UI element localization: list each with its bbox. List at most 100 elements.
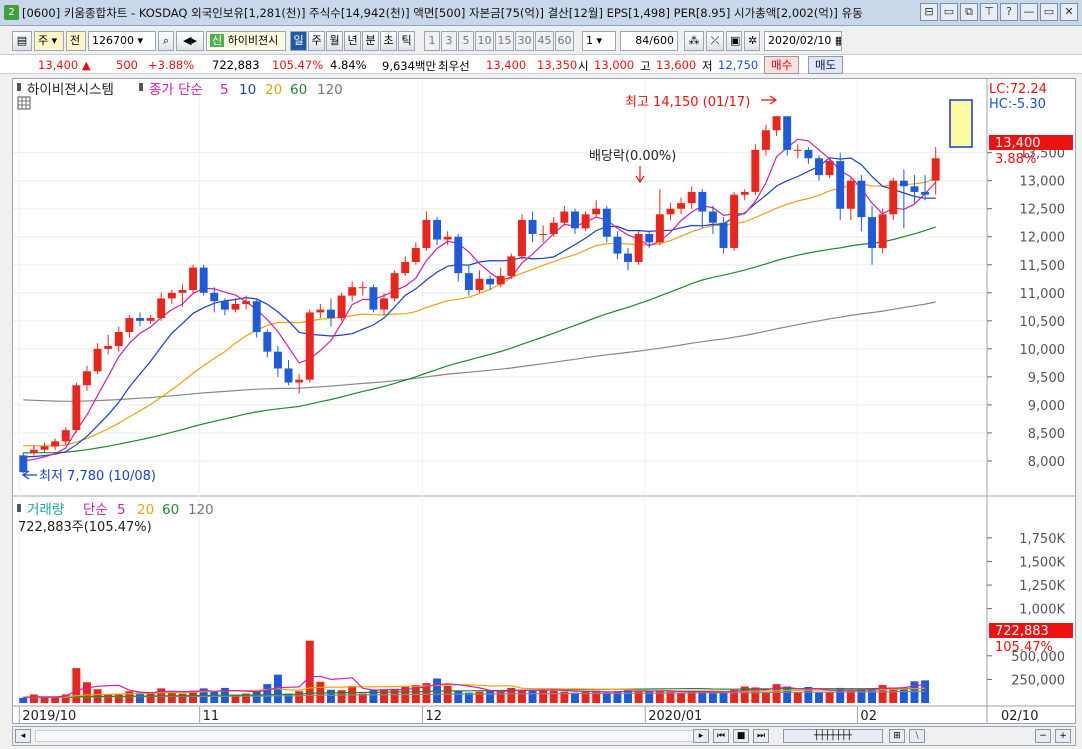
interval-button-60[interactable]: 60 <box>555 31 574 51</box>
x-axis-right-label: 02/10 <box>1001 709 1038 723</box>
volume-tick-label: 1,000K <box>1019 603 1065 618</box>
layout-icon[interactable]: ▤ <box>12 31 32 51</box>
candle-body <box>931 158 940 181</box>
candle-body <box>751 149 760 192</box>
interval-button-1[interactable]: 1 <box>424 31 440 51</box>
candle-body <box>305 312 314 380</box>
zoom-in-icon[interactable]: + <box>1055 729 1071 743</box>
candle-body <box>666 208 675 215</box>
draw-icon[interactable]: ⧹ <box>909 729 925 743</box>
tool-icon[interactable]: ⁂ <box>684 31 704 51</box>
vol-legend-5: 5 <box>117 502 126 518</box>
price-tick-label: 8,500 <box>1028 427 1065 442</box>
volume-bar <box>486 690 495 703</box>
chart-type-icon[interactable]: ⊞ <box>889 729 905 743</box>
candle-body <box>836 161 845 209</box>
candle-body <box>899 180 908 187</box>
period-tab-1[interactable]: 주 <box>308 31 325 51</box>
chart-frame[interactable]: 8,000 8,500 9,000 9,500 10,000 10,500 11,000 11… <box>12 78 1076 724</box>
vol-handle-icon[interactable] <box>17 504 21 512</box>
close-icon[interactable]: ✕ <box>1060 3 1078 21</box>
stock-name-field[interactable]: 신 하이비젼시 <box>206 31 286 51</box>
period-tab-5[interactable]: 초 <box>380 31 397 51</box>
volume-bar <box>899 687 908 703</box>
pin-top-icon[interactable]: ⊤ <box>980 3 998 21</box>
panel-handle-icon[interactable] <box>17 83 21 91</box>
interval-button-3[interactable]: 3 <box>441 31 457 51</box>
period-select[interactable]: 전 <box>66 31 86 51</box>
chart-toolbar: ▤ 주 ▾ 전 126700 ▾ ⌕ ◀▸ 신 하이비젼시 1 ▾ 84/600… <box>0 28 1082 54</box>
period-tab-6[interactable]: 틱 <box>398 31 415 51</box>
volume-bar <box>210 691 219 703</box>
legend-handle-icon[interactable] <box>139 83 143 91</box>
candle-body <box>581 214 590 229</box>
zoom-slider[interactable]: ┼┼┼┼┼┼┼ <box>783 729 883 743</box>
price-change-pct: +3.88% <box>148 58 195 72</box>
stock-code-input[interactable]: 126700 ▾ <box>88 31 156 51</box>
candle-body <box>560 211 569 223</box>
scroll-right-icon[interactable]: ▸ <box>693 729 709 743</box>
minimize-icon[interactable]: — <box>1020 3 1038 21</box>
first-page-icon[interactable]: ⏮ <box>713 729 729 743</box>
candle-body <box>273 351 282 369</box>
save-icon[interactable]: ▣ <box>726 31 742 51</box>
speaker-icon[interactable]: ◀▸ <box>176 31 204 51</box>
interval-button-5[interactable]: 5 <box>458 31 474 51</box>
interval-button-45[interactable]: 45 <box>535 31 554 51</box>
stop-icon[interactable]: ■ <box>733 729 749 743</box>
volume-bar <box>571 692 579 703</box>
price-tick-label: 11,000 <box>1020 287 1066 302</box>
period-tab-2[interactable]: 월 <box>326 31 343 51</box>
x-axis-label: 11 <box>203 709 220 723</box>
restore-icon[interactable]: ▭ <box>940 3 958 21</box>
candle-body <box>358 287 367 289</box>
scroll-thumb[interactable] <box>35 730 705 742</box>
help-icon[interactable]: ? <box>1000 3 1018 21</box>
volume-bar <box>517 689 526 703</box>
candle-body <box>93 348 102 372</box>
interval-button-30[interactable]: 30 <box>515 31 534 51</box>
gear-icon[interactable]: ✲ <box>744 31 760 51</box>
search-icon[interactable]: ⌕ <box>158 31 174 51</box>
volume-tick-label: 250,000 <box>1011 673 1065 688</box>
date-input[interactable]: 2020/02/10 ▦ <box>764 31 842 51</box>
chart-canvas[interactable]: 8,000 8,500 9,000 9,500 10,000 10,500 11,000 11… <box>13 79 1075 724</box>
chart-scrollbar[interactable]: ◂ ▸ ⏮ ■ ⏭ ┼┼┼┼┼┼┼ ⊞ ⧹ − + <box>12 726 1076 746</box>
sell-button[interactable]: 매도 <box>808 56 844 74</box>
volume-bar <box>29 694 38 703</box>
candle-body <box>772 116 781 131</box>
tile-icon[interactable]: ⧉ <box>960 3 978 21</box>
candle-body <box>72 385 81 431</box>
volume-bar <box>263 684 272 703</box>
bar-count-input[interactable]: 84/600 <box>620 31 678 51</box>
vol-legend-20: 20 <box>137 502 154 518</box>
period-tab-0[interactable]: 일 <box>290 31 307 51</box>
selection-box[interactable] <box>949 99 973 148</box>
link-icon[interactable]: ⊟ <box>920 3 938 21</box>
lc-label: LC:72.24 <box>989 82 1047 97</box>
period-tab-3[interactable]: 년 <box>344 31 361 51</box>
ma-legend-60: 60 <box>290 82 307 98</box>
volume-bar <box>390 688 399 703</box>
buy-button[interactable]: 매수 <box>764 56 800 74</box>
candle-body <box>687 191 696 204</box>
interval-value-select[interactable]: 1 ▾ <box>582 31 616 51</box>
volume-bar <box>549 690 558 703</box>
maximize-icon[interactable]: ▭ <box>1040 3 1058 21</box>
price-tick-label: 8,000 <box>1028 455 1065 470</box>
low-annotation: 최저 7,780 (10/08) <box>39 469 156 484</box>
zoom-out-icon[interactable]: − <box>1035 729 1051 743</box>
volume-bar <box>284 693 293 703</box>
market-select[interactable]: 주 ▾ <box>34 31 64 51</box>
ma-legend-120: 120 <box>317 82 343 98</box>
scroll-left-icon[interactable]: ◂ <box>15 729 31 743</box>
interval-button-15[interactable]: 15 <box>495 31 514 51</box>
candle-body <box>846 180 855 209</box>
interval-button-10[interactable]: 10 <box>475 31 494 51</box>
volume-bar <box>761 692 770 703</box>
cross-icon[interactable]: ⤫ <box>706 31 724 51</box>
window-titlebar[interactable]: 2 [0600] 키움종합차트 - KOSDAQ 외국인보유[1,281(천)]… <box>0 0 1082 26</box>
last-page-icon[interactable]: ⏭ <box>753 729 769 743</box>
low-price: 12,750 <box>718 58 759 72</box>
period-tab-4[interactable]: 분 <box>362 31 379 51</box>
